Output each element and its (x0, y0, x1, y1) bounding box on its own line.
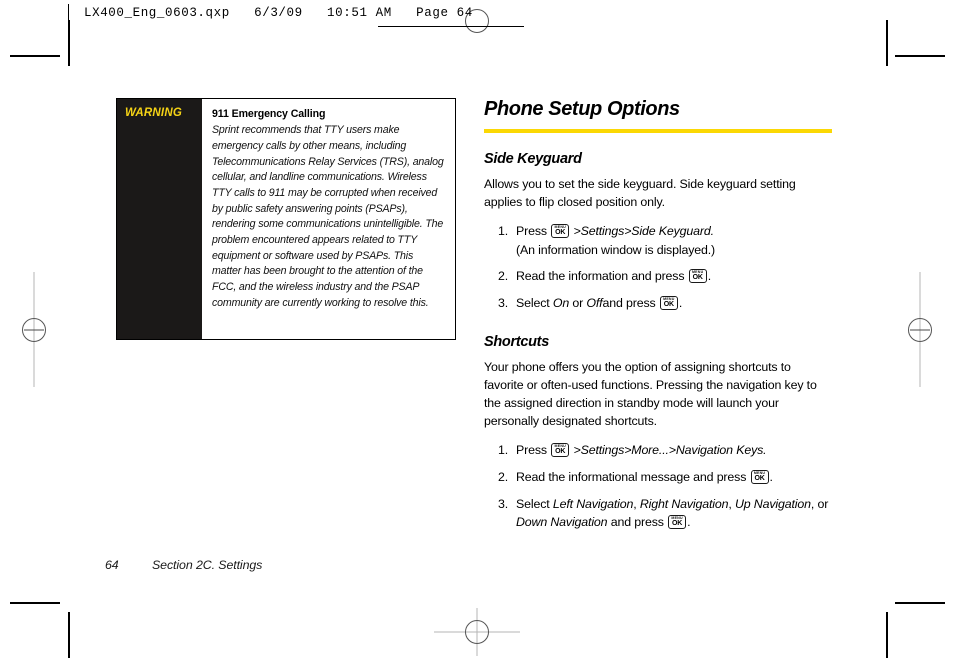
menu-ok-key-icon: MENU OK (668, 515, 687, 530)
warning-band: WARNING (117, 99, 202, 339)
menu-ok-key-icon: MENU OK (551, 223, 570, 238)
menu-ok-key-ok-label: OK (671, 520, 683, 528)
crop-mark-top-right-vertical (886, 20, 888, 66)
section-intro-side-keyguard: Allows you to set the side keyguard. Sid… (484, 177, 796, 209)
step-item: Select Left Navigation, Right Navigation… (484, 495, 832, 532)
step-item: Press MENU OK >Settings>Side Keyguard. (… (484, 222, 832, 259)
menu-ok-key-icon: MENU OK (688, 269, 707, 284)
footer-section-label: Section 2C. Settings (152, 558, 263, 572)
step-item: Press MENU OK >Settings>More...>Navigati… (484, 441, 832, 460)
step-menu-path: >Settings>Side Keyguard. (573, 223, 715, 238)
printed-page: LX400_Eng_0603.qxp 6/3/09 10:51 AM Page … (0, 0, 954, 659)
menu-ok-key-ok-label: OK (555, 448, 566, 456)
menu-ok-key-ok-label: OK (555, 228, 566, 236)
crop-mark-bottom-left-vertical (68, 612, 70, 658)
menu-ok-key-ok-label: OK (692, 274, 703, 282)
title-rule (484, 129, 832, 133)
step-joiner: or (817, 496, 829, 511)
step-option-right-navigation: Right Navigation (639, 496, 729, 511)
step-option-up-navigation: Up Navigation (734, 496, 811, 511)
step-joiner: or (572, 295, 584, 310)
step-mid-text: and press (610, 515, 664, 530)
comma-2: , (728, 496, 732, 511)
warning-content: 911 Emergency Calling Sprint recommends … (202, 99, 455, 339)
file-info-header: LX400_Eng_0603.qxp 6/3/09 10:51 AM Page … (84, 6, 473, 20)
registration-mark-right (898, 272, 942, 387)
step-option-on: On (552, 295, 570, 310)
crop-mark-bottom-right-horizontal (895, 602, 945, 604)
warning-label: WARNING (125, 107, 182, 119)
warning-title: 911 Emergency Calling (212, 108, 326, 120)
step-item: Select On or Offand press MENU OK . (484, 294, 832, 313)
step-lead-text: Read the informational message and press (516, 469, 747, 484)
footer-page-number: 64 (105, 558, 119, 572)
step-tail: . (707, 269, 711, 284)
header-rule-vertical (68, 4, 69, 34)
page-footer: 64 Section 2C. Settings (105, 558, 262, 572)
menu-ok-key-ok-label: OK (663, 300, 674, 308)
step-note: (An information window is displayed.) (516, 242, 715, 257)
page-title: Phone Setup Options (484, 98, 680, 120)
registration-mark-left (12, 272, 56, 387)
step-option-down-navigation: Down Navigation (516, 515, 608, 530)
step-option-off: Off (586, 295, 603, 310)
section-intro-shortcuts: Your phone offers you the option of assi… (484, 360, 817, 429)
step-tail: . (769, 469, 773, 484)
step-lead-text: Press (516, 223, 547, 238)
step-item: Read the information and press MENU OK . (484, 267, 832, 286)
step-lead-text: Select (516, 295, 550, 310)
menu-ok-key-icon: MENU OK (659, 295, 678, 310)
section-heading-shortcuts: Shortcuts (484, 334, 549, 351)
steps-side-keyguard: Press MENU OK >Settings>Side Keyguard. (… (484, 222, 832, 312)
step-mid-text: and press (602, 295, 656, 310)
section-heading-side-keyguard: Side Keyguard (484, 151, 582, 167)
registration-mark-bottom (434, 608, 520, 656)
menu-ok-key-ok-label: OK (754, 474, 765, 482)
step-tail: . (687, 515, 691, 530)
crop-mark-bottom-right-vertical (886, 612, 888, 658)
step-option-left-navigation: Left Navigation (552, 496, 634, 511)
menu-ok-key-icon: MENU OK (551, 443, 570, 458)
step-lead-text: Read the information and press (516, 269, 685, 284)
comma-1: , (633, 496, 637, 511)
main-column: Phone Setup Options Side Keyguard Allows… (484, 98, 832, 540)
step-menu-path: >Settings>More...>Navigation Keys. (573, 443, 767, 458)
step-lead-text: Press (516, 443, 547, 458)
steps-shortcuts: Press MENU OK >Settings>More...>Navigati… (484, 441, 832, 531)
menu-ok-key-icon: MENU OK (750, 469, 769, 484)
warning-body-text: Sprint recommends that TTY users make em… (212, 124, 444, 309)
warning-box: WARNING 911 Emergency Calling Sprint rec… (116, 98, 456, 340)
step-lead-text: Select (516, 496, 550, 511)
comma-3: , (810, 496, 815, 511)
header-underline (378, 26, 524, 27)
crop-mark-top-left-horizontal (10, 55, 60, 57)
crop-mark-bottom-left-horizontal (10, 602, 60, 604)
step-item: Read the informational message and press… (484, 468, 832, 487)
step-tail: . (678, 295, 683, 310)
crop-mark-top-right-horizontal (895, 55, 945, 57)
